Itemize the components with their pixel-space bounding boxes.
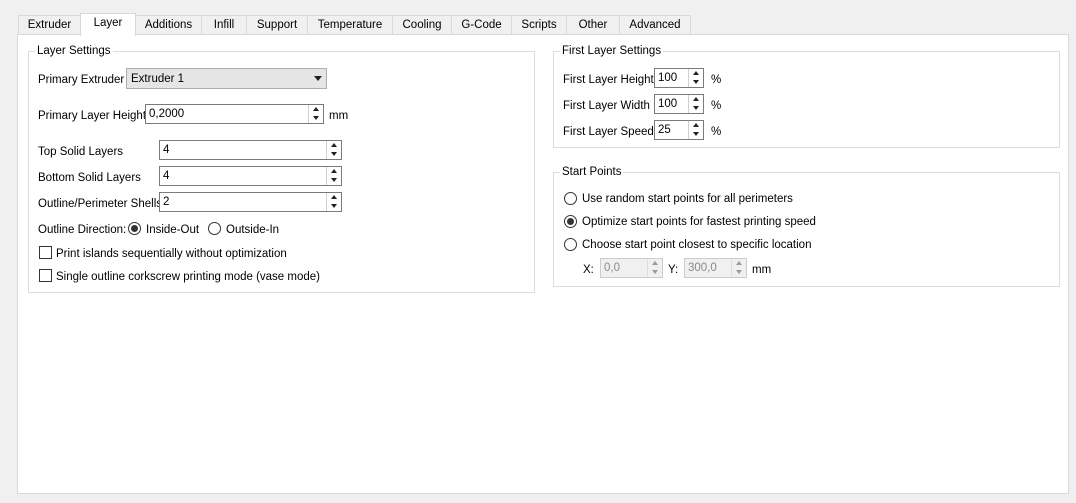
- start-points-title: Start Points: [560, 165, 624, 179]
- spin-up-icon[interactable]: [327, 167, 341, 176]
- tab-other[interactable]: Other: [566, 15, 620, 35]
- spin-down-icon[interactable]: [327, 202, 341, 211]
- first-layer-settings-group: First Layer Settings First Layer Height …: [553, 44, 1060, 148]
- tab-support[interactable]: Support: [246, 15, 308, 35]
- spin-up-icon[interactable]: [327, 141, 341, 150]
- optimize-start-radio[interactable]: [564, 215, 577, 228]
- spin-up-icon[interactable]: [689, 69, 703, 78]
- outside-in-label[interactable]: Outside-In: [226, 223, 279, 237]
- bottom-solid-layers-input[interactable]: 4: [159, 166, 342, 186]
- primary-extruder-select[interactable]: Extruder 1: [126, 68, 327, 89]
- inside-out-radio[interactable]: [128, 222, 141, 235]
- random-start-radio[interactable]: [564, 192, 577, 205]
- spin-down-icon[interactable]: [309, 114, 323, 123]
- spin-down-icon[interactable]: [689, 130, 703, 139]
- x-coordinate-input[interactable]: 0,0: [600, 258, 663, 278]
- outline-direction-label: Outline Direction:: [38, 224, 127, 236]
- start-points-group: Start Points Use random start points for…: [553, 165, 1060, 287]
- inside-out-label[interactable]: Inside-Out: [146, 223, 199, 237]
- outline-shells-label: Outline/Perimeter Shells: [38, 198, 162, 210]
- primary-layer-height-label: Primary Layer Height: [38, 110, 147, 122]
- spin-down-icon[interactable]: [327, 176, 341, 185]
- primary-layer-height-input[interactable]: 0,2000: [145, 104, 324, 124]
- spin-up-icon[interactable]: [648, 259, 662, 268]
- spin-up-icon[interactable]: [309, 105, 323, 114]
- first-layer-speed-input[interactable]: 25: [654, 120, 704, 140]
- tab-temperature[interactable]: Temperature: [307, 15, 393, 35]
- first-layer-height-label: First Layer Height: [563, 74, 654, 86]
- outside-in-radio[interactable]: [208, 222, 221, 235]
- tab-layer[interactable]: Layer: [80, 13, 136, 36]
- chevron-down-icon: [314, 76, 322, 81]
- first-layer-settings-title: First Layer Settings: [560, 44, 664, 58]
- spin-down-icon[interactable]: [327, 150, 341, 159]
- first-layer-speed-label: First Layer Speed: [563, 126, 654, 138]
- tab-infill[interactable]: Infill: [201, 15, 247, 35]
- primary-extruder-label: Primary Extruder: [38, 74, 125, 86]
- vase-mode-checkbox[interactable]: [39, 269, 52, 282]
- coordinate-unit: mm: [752, 264, 772, 276]
- first-layer-speed-unit: %: [711, 126, 722, 138]
- y-coordinate-input[interactable]: 300,0: [684, 258, 747, 278]
- spin-up-icon[interactable]: [732, 259, 746, 268]
- first-layer-width-label: First Layer Width: [563, 100, 650, 112]
- layer-settings-group: Layer Settings Primary Extruder Extruder…: [28, 44, 535, 293]
- tab-additions[interactable]: Additions: [135, 15, 202, 35]
- outline-shells-input[interactable]: 2: [159, 192, 342, 212]
- spin-down-icon[interactable]: [689, 104, 703, 113]
- spin-up-icon[interactable]: [689, 121, 703, 130]
- y-label: Y:: [668, 264, 679, 276]
- top-solid-layers-label: Top Solid Layers: [38, 146, 124, 158]
- closest-location-radio[interactable]: [564, 238, 577, 251]
- tab-scripts[interactable]: Scripts: [511, 15, 567, 35]
- first-layer-height-unit: %: [711, 74, 722, 86]
- spin-down-icon[interactable]: [689, 78, 703, 87]
- spin-down-icon[interactable]: [648, 268, 662, 277]
- top-solid-layers-input[interactable]: 4: [159, 140, 342, 160]
- first-layer-width-input[interactable]: 100: [654, 94, 704, 114]
- tab-gcode[interactable]: G-Code: [451, 15, 512, 35]
- x-label: X:: [583, 264, 594, 276]
- print-islands-checkbox[interactable]: [39, 246, 52, 259]
- tab-extruder[interactable]: Extruder: [18, 15, 81, 35]
- tab-advanced[interactable]: Advanced: [619, 15, 691, 35]
- layer-height-unit: mm: [329, 110, 349, 122]
- closest-location-label[interactable]: Choose start point closest to specific l…: [582, 238, 811, 252]
- bottom-solid-layers-label: Bottom Solid Layers: [38, 172, 141, 184]
- layer-settings-title: Layer Settings: [35, 44, 113, 58]
- spin-up-icon[interactable]: [327, 193, 341, 202]
- tab-cooling[interactable]: Cooling: [392, 15, 452, 35]
- first-layer-height-input[interactable]: 100: [654, 68, 704, 88]
- print-islands-label[interactable]: Print islands sequentially without optim…: [56, 247, 287, 261]
- spin-down-icon[interactable]: [732, 268, 746, 277]
- spin-up-icon[interactable]: [689, 95, 703, 104]
- optimize-start-label[interactable]: Optimize start points for fastest printi…: [582, 215, 816, 229]
- first-layer-width-unit: %: [711, 100, 722, 112]
- vase-mode-label[interactable]: Single outline corkscrew printing mode (…: [56, 270, 320, 284]
- random-start-label[interactable]: Use random start points for all perimete…: [582, 192, 793, 206]
- tab-pane-layer: Layer Settings Primary Extruder Extruder…: [17, 34, 1069, 494]
